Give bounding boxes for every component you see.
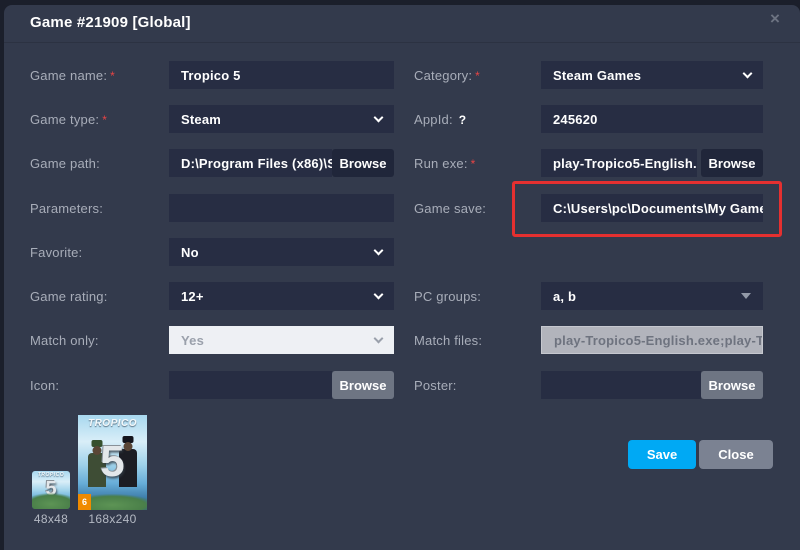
game-edit-dialog: Game #21909 [Global] × Game name:* Tropi… bbox=[4, 5, 800, 550]
form-row: Icon: Browse Poster: Browse bbox=[30, 371, 763, 399]
match-files-input: play-Tropico5-English.exe;play-Tropic bbox=[541, 326, 763, 354]
game-path-browse-button[interactable]: Browse bbox=[332, 149, 394, 177]
form-row: Game rating: 12+ PC groups: a, b bbox=[30, 282, 763, 310]
chevron-down-icon bbox=[374, 333, 384, 343]
dialog-header: Game #21909 [Global] × bbox=[4, 5, 800, 43]
game-name-label: Game name:* bbox=[30, 68, 169, 83]
form-row: Favorite: No bbox=[30, 238, 763, 266]
help-icon[interactable]: ? bbox=[459, 113, 467, 127]
game-type-select[interactable]: Steam bbox=[169, 105, 394, 133]
form-row: Game path: D:\Program Files (x86)\Ste Br… bbox=[30, 149, 763, 177]
run-exe-browse-button[interactable]: Browse bbox=[701, 149, 763, 177]
appid-input[interactable]: 245620 bbox=[541, 105, 763, 133]
parameters-input[interactable] bbox=[169, 194, 394, 222]
form-row: Game type:* Steam AppId:? 245620 bbox=[30, 105, 763, 133]
game-name-input[interactable]: Tropico 5 bbox=[169, 61, 394, 89]
chevron-down-icon bbox=[374, 245, 384, 255]
game-type-label: Game type:* bbox=[30, 112, 169, 127]
match-only-select: Yes bbox=[169, 326, 394, 354]
run-exe-input[interactable]: play-Tropico5-English.exe bbox=[541, 149, 697, 177]
icon-input[interactable] bbox=[169, 371, 332, 399]
poster-title-text: TROPICO bbox=[78, 418, 147, 429]
close-button[interactable]: Close bbox=[699, 440, 773, 469]
favorite-select[interactable]: No bbox=[169, 238, 394, 266]
dialog-title: Game #21909 [Global] bbox=[30, 14, 191, 31]
required-marker: * bbox=[110, 69, 115, 83]
game-path-label: Game path: bbox=[30, 156, 169, 171]
favorite-label: Favorite: bbox=[30, 245, 169, 260]
category-label: Category:* bbox=[414, 68, 541, 83]
island-art bbox=[32, 493, 70, 509]
icon-size-label: 48x48 bbox=[22, 512, 80, 526]
match-only-label: Match only: bbox=[30, 333, 169, 348]
game-path-input[interactable]: D:\Program Files (x86)\Ste bbox=[169, 149, 332, 177]
poster-input[interactable] bbox=[541, 371, 701, 399]
appid-label: AppId:? bbox=[414, 112, 541, 127]
icon-label: Icon: bbox=[30, 378, 169, 393]
game-rating-select[interactable]: 12+ bbox=[169, 282, 394, 310]
dialog-actions: Save Close bbox=[628, 440, 773, 469]
form-row: Game name:* Tropico 5 Category:* Steam G… bbox=[30, 61, 763, 89]
game-icon-thumbnail: TROPICO 5 bbox=[32, 471, 70, 509]
save-button[interactable]: Save bbox=[628, 440, 696, 469]
chevron-down-icon bbox=[743, 68, 753, 78]
run-exe-label: Run exe:* bbox=[414, 156, 541, 171]
chevron-down-icon bbox=[374, 289, 384, 299]
poster-size-label: 168x240 bbox=[78, 512, 147, 526]
form-row: Parameters: Game save: C:\Users\pc\Docum… bbox=[30, 194, 763, 222]
game-poster-thumbnail: TROPICO 5 6 bbox=[78, 415, 147, 510]
icon-browse-button[interactable]: Browse bbox=[332, 371, 394, 399]
required-marker: * bbox=[102, 113, 107, 127]
game-rating-label: Game rating: bbox=[30, 289, 169, 304]
dropdown-arrow-icon bbox=[741, 293, 751, 299]
parameters-label: Parameters: bbox=[30, 201, 169, 216]
form-row: Match only: Yes Match files: play-Tropic… bbox=[30, 326, 763, 354]
required-marker: * bbox=[471, 157, 476, 171]
poster-browse-button[interactable]: Browse bbox=[701, 371, 763, 399]
match-files-label: Match files: bbox=[414, 333, 541, 348]
category-select[interactable]: Steam Games bbox=[541, 61, 763, 89]
chevron-down-icon bbox=[374, 112, 384, 122]
required-marker: * bbox=[475, 69, 480, 83]
pc-groups-label: PC groups: bbox=[414, 289, 541, 304]
age-rating-badge: 6 bbox=[78, 494, 91, 510]
game-save-label: Game save: bbox=[414, 201, 541, 216]
game-save-input[interactable]: C:\Users\pc\Documents\My Games\ bbox=[541, 194, 763, 222]
poster-label: Poster: bbox=[414, 378, 541, 393]
pc-groups-select[interactable]: a, b bbox=[541, 282, 763, 310]
close-icon[interactable]: × bbox=[766, 10, 784, 28]
